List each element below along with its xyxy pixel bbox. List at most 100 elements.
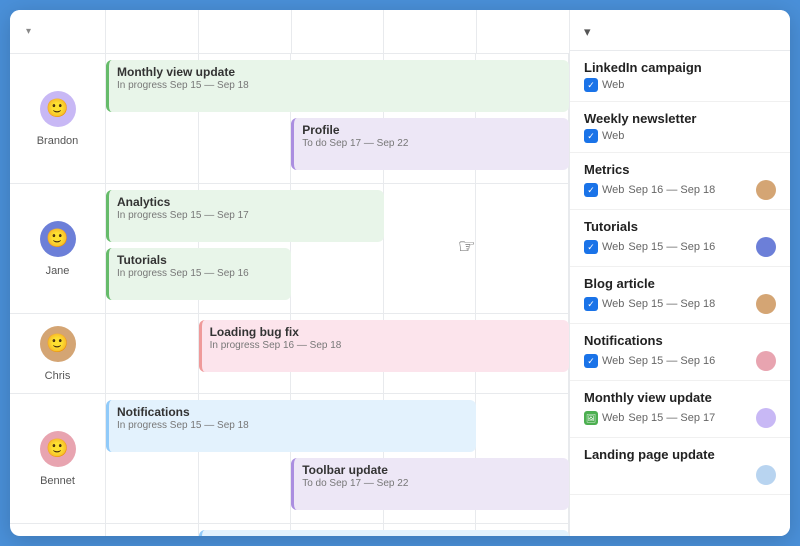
- task-card[interactable]: Monthly view updateIn progress Sep 15 — …: [106, 60, 569, 112]
- cells-area: Loading bug fixIn progress Sep 16 — Sep …: [106, 314, 569, 393]
- todo-tag: Web: [602, 298, 624, 310]
- task-title: Profile: [302, 123, 561, 137]
- todo-tag: Web: [602, 412, 624, 424]
- task-title: Tutorials: [117, 253, 283, 267]
- day-header-fri: [477, 10, 569, 53]
- user-name: Chris: [45, 370, 71, 382]
- avatar: 🙂: [40, 91, 76, 127]
- day-cell[interactable]: [384, 184, 477, 313]
- todo-checkbox-icon[interactable]: ✓: [584, 297, 598, 311]
- todo-tag: Web: [602, 241, 624, 253]
- todo-avatar: [756, 237, 776, 257]
- day-header-wed: [292, 10, 385, 53]
- user-col: 🙂 Bennet: [10, 394, 106, 523]
- todo-item-name: Weekly newsletter: [584, 111, 776, 126]
- calendar-header: ▾: [10, 10, 569, 54]
- user-name: Jane: [46, 265, 70, 277]
- calendar-row: 🙂 Jane ☞AnalyticsIn progress Sep 15 — Sep …: [10, 184, 569, 314]
- todo-item[interactable]: LinkedIn campaign✓Web: [570, 51, 790, 102]
- todo-item[interactable]: Notifications ✓ Web Sep 15 — Sep 16: [570, 324, 790, 381]
- task-card[interactable]: TutorialsIn progress Sep 15 — Sep 16: [106, 248, 291, 300]
- task-card[interactable]: ProfileTo do Sep 17 — Sep 22: [291, 118, 569, 170]
- todo-item-meta: ✓ Web Sep 15 — Sep 16: [584, 351, 776, 371]
- todo-avatar: [756, 465, 776, 485]
- avatar: 🙂: [40, 431, 76, 467]
- day-header-mon: [106, 10, 199, 53]
- cells-area: ☞AnalyticsIn progress Sep 15 — Sep 17Tut…: [106, 184, 569, 313]
- calendar-row: 🙂Stan Card popupIn progress Sep 16 — Sep …: [10, 524, 569, 536]
- day-header-tue: [199, 10, 292, 53]
- todo-item[interactable]: Weekly newsletter ✓Web: [570, 102, 790, 153]
- calendar-row: 🙂 Bennet NotificationsIn progress Sep 15 —…: [10, 394, 569, 524]
- task-card[interactable]: Card popupIn progress Sep 16 — Sep 18: [199, 530, 569, 536]
- user-name: Bennet: [40, 475, 75, 487]
- todo-dates: Sep 16 — Sep 18: [628, 184, 715, 196]
- task-status-dates: In progress Sep 15 — Sep 16: [117, 268, 283, 279]
- days-header: [106, 10, 569, 53]
- todo-item-name: Landing page update: [584, 447, 776, 462]
- task-card[interactable]: Loading bug fixIn progress Sep 16 — Sep …: [199, 320, 569, 372]
- todo-checkbox-icon[interactable]: ✓: [584, 78, 598, 92]
- cells-area: Card popupIn progress Sep 16 — Sep 18: [106, 524, 569, 536]
- todo-item[interactable]: Monthly view update 🖼 Web Sep 15 — Sep 17: [570, 381, 790, 438]
- todo-tag: Web: [602, 355, 624, 367]
- todo-dates: Sep 15 — Sep 17: [628, 412, 715, 424]
- todo-item-meta: 🖼 Web Sep 15 — Sep 17: [584, 408, 776, 428]
- calendar-row: 🙂 Chris Loading bug fixIn progress Sep 16 …: [10, 314, 569, 394]
- todo-item[interactable]: Landing page update: [570, 438, 790, 495]
- app-container: ▾ 🙂BrandonMon: [10, 10, 790, 536]
- todo-item-name: Monthly view update: [584, 390, 776, 405]
- day-cell[interactable]: [106, 524, 199, 536]
- todo-checkbox-icon[interactable]: ✓: [584, 129, 598, 143]
- todo-item-meta: [584, 465, 776, 485]
- calendar-row: 🙂 Brandon Monthly view updateIn progress S…: [10, 54, 569, 184]
- todo-avatar: [756, 294, 776, 314]
- todo-dates: Sep 15 — Sep 16: [628, 355, 715, 367]
- task-card[interactable]: AnalyticsIn progress Sep 15 — Sep 17: [106, 190, 384, 242]
- user-name: Brandon: [37, 135, 79, 147]
- todo-tag: Web: [602, 184, 624, 196]
- user-col: 🙂Stan: [10, 524, 106, 536]
- task-title: Notifications: [117, 405, 468, 419]
- task-title: Analytics: [117, 195, 376, 209]
- todo-panel: ▾ LinkedIn campaign✓WebWeekly newsletter…: [570, 10, 790, 536]
- todo-item-name: Tutorials: [584, 219, 776, 234]
- todo-item[interactable]: Metrics✓WebSep 16 — Sep 18: [570, 153, 790, 210]
- todo-collapse-icon[interactable]: ▾: [584, 24, 591, 40]
- task-title: Monthly view update: [117, 65, 561, 79]
- cells-area: NotificationsIn progress Sep 15 — Sep 18…: [106, 394, 569, 523]
- task-card[interactable]: NotificationsIn progress Sep 15 — Sep 18: [106, 400, 476, 452]
- todo-item-meta: ✓Web: [584, 78, 776, 92]
- task-title: Loading bug fix: [210, 325, 561, 339]
- task-status-dates: In progress Sep 15 — Sep 17: [117, 210, 376, 221]
- todo-item[interactable]: Tutorials✓WebSep 15 — Sep 16: [570, 210, 790, 267]
- todo-checkbox-icon[interactable]: ✓: [584, 183, 598, 197]
- todo-item-meta: ✓Web: [584, 129, 776, 143]
- user-col: 🙂 Brandon: [10, 54, 106, 183]
- todo-dates: Sep 15 — Sep 18: [628, 298, 715, 310]
- cells-area: Monthly view updateIn progress Sep 15 — …: [106, 54, 569, 183]
- todo-item[interactable]: Blog article ✓ Web Sep 15 — Sep 18: [570, 267, 790, 324]
- todo-item-name: Notifications: [584, 333, 776, 348]
- day-header-thu: [384, 10, 477, 53]
- task-status-dates: In progress Sep 15 — Sep 18: [117, 80, 561, 91]
- avatar: 🙂: [40, 326, 76, 362]
- avatar: 🙂: [40, 221, 76, 257]
- task-card[interactable]: Toolbar updateTo do Sep 17 — Sep 22: [291, 458, 569, 510]
- todo-avatar: [756, 351, 776, 371]
- todo-avatar: [756, 180, 776, 200]
- todo-checkbox-icon[interactable]: ✓: [584, 354, 598, 368]
- day-cell[interactable]: [106, 314, 199, 393]
- todo-item-meta: ✓ Web Sep 15 — Sep 18: [584, 294, 776, 314]
- todo-item-meta: ✓WebSep 15 — Sep 16: [584, 237, 776, 257]
- users-filter[interactable]: ▾: [10, 10, 106, 53]
- task-status-dates: In progress Sep 16 — Sep 18: [210, 340, 561, 351]
- todo-item-name: Blog article: [584, 276, 776, 291]
- todo-checkbox-icon[interactable]: ✓: [584, 240, 598, 254]
- chevron-down-icon: ▾: [26, 26, 31, 37]
- calendar-body: 🙂BrandonMonthly view updateIn progress S…: [10, 54, 569, 536]
- task-status-dates: To do Sep 17 — Sep 22: [302, 138, 561, 149]
- day-cell[interactable]: [476, 184, 569, 313]
- todo-image-icon[interactable]: 🖼: [584, 411, 598, 425]
- todo-item-meta: ✓ Web Sep 16 — Sep 18: [584, 180, 776, 200]
